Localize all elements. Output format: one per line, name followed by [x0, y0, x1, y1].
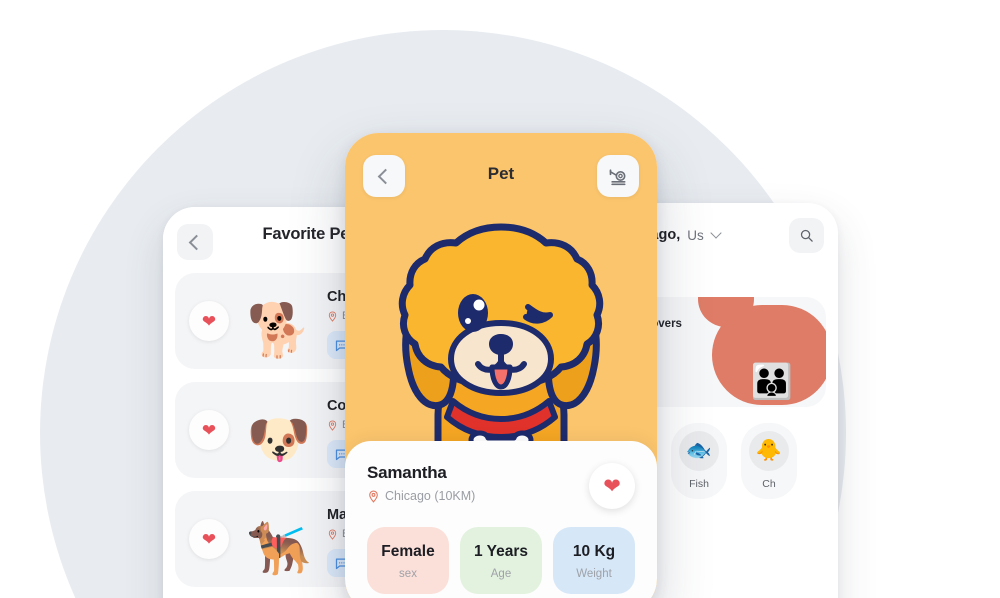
country-label: Us [687, 227, 704, 243]
stat-value: Female [381, 543, 435, 560]
pet-avatar: 🐶 [246, 411, 312, 469]
pet-location-label: Chicago (10KM) [385, 489, 476, 503]
chevron-down-icon [710, 227, 722, 239]
stat-card-sex: Female sex [367, 527, 449, 594]
search-button[interactable] [789, 217, 824, 253]
heart-icon: ❤ [201, 420, 217, 440]
location-pin-icon [369, 490, 378, 503]
family-with-pets-illustration: 👪 [712, 305, 826, 405]
category-item-fish[interactable]: 🐟 Fish [671, 423, 727, 499]
category-label: Ch [762, 478, 776, 490]
stat-label: sex [399, 568, 417, 580]
share-icon [609, 169, 626, 186]
stat-card-weight: 10 Kg Weight [553, 527, 635, 594]
scene: Favorite Pets ❤ 🐕 Char Be ❤ 🐶 [0, 0, 1000, 598]
pet-avatar: 🐕 [246, 302, 312, 360]
fish-icon: 🐟 [679, 431, 719, 471]
stat-label: Age [490, 568, 512, 580]
stat-label: Weight [576, 568, 612, 580]
favorite-button[interactable]: ❤ [189, 519, 229, 559]
heart-icon: ❤ [201, 311, 217, 331]
location-pin-icon [328, 528, 337, 540]
stat-card-age: 1 Years Age [460, 527, 542, 594]
favorite-button[interactable]: ❤ [589, 463, 635, 509]
pet-avatar: 🐕‍🦺 [246, 520, 312, 578]
share-button[interactable] [597, 155, 639, 197]
stat-value: 1 Years [473, 543, 529, 560]
stat-value: 10 Kg [572, 543, 616, 560]
pet-detail-sheet: Samantha Chicago (10KM) ❤ Female sex 1 Y… [345, 441, 657, 598]
search-icon [800, 229, 813, 242]
heart-icon: ❤ [603, 474, 621, 498]
favorite-button[interactable]: ❤ [189, 301, 229, 341]
category-label: Fish [689, 478, 709, 490]
category-item-chicken[interactable]: 🐥 Ch [741, 423, 797, 499]
chicken-icon: 🐥 [749, 431, 789, 471]
location-pin-icon [328, 310, 337, 322]
location-pin-icon [328, 419, 337, 431]
heart-icon: ❤ [201, 529, 217, 549]
pet-stats: Female sex 1 Years Age 10 Kg Weight [367, 527, 635, 594]
favorite-button[interactable]: ❤ [189, 410, 229, 450]
phone-center-pet-detail: Pet Samantha Chicago (10KM) ❤ Female sex… [345, 133, 657, 598]
center-topbar: Pet [345, 155, 657, 197]
